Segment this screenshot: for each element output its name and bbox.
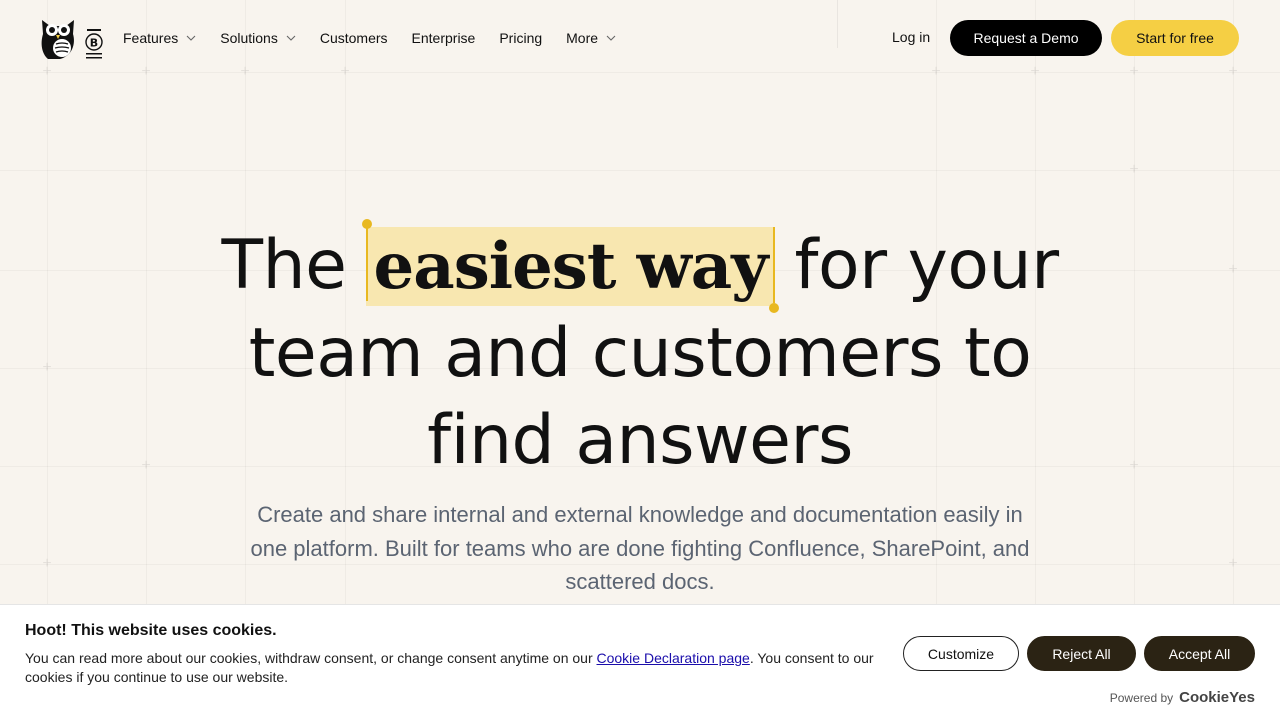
cookie-declaration-link[interactable]: Cookie Declaration page [597,650,750,666]
headline-line-1: The easiest way for your [0,219,1280,313]
chevron-down-icon [286,35,296,41]
headline-line-2: team and customers to [248,314,1032,393]
cookie-message: You can read more about our cookies, wit… [25,650,874,685]
request-demo-button[interactable]: Request a Demo [950,20,1102,56]
reject-all-button[interactable]: Reject All [1027,636,1136,671]
customize-button[interactable]: Customize [903,636,1019,671]
cookie-banner: Hoot! This website uses cookies. You can… [0,604,1280,720]
nav-enterprise[interactable]: Enterprise [412,28,476,48]
nav-pricing[interactable]: Pricing [499,28,542,48]
selection-cursor-start [365,225,368,301]
owl-logo-icon[interactable] [40,16,76,60]
nav-solutions[interactable]: Solutions [220,28,296,48]
main-nav: Features Solutions Customers Enterprise … [123,28,640,48]
nav-customers[interactable]: Customers [320,28,388,48]
headline-line-3: find answers [427,401,853,480]
header-divider [837,0,838,48]
selection-cursor-end [773,227,776,303]
svg-text:B: B [90,37,98,50]
cookie-title: Hoot! This website uses cookies. [25,622,277,639]
hero-subtitle: Create and share internal and external k… [250,502,1030,594]
hero-headline: The easiest way for your team and custom… [0,219,1280,484]
b-corp-icon: B [85,29,103,59]
nav-features[interactable]: Features [123,28,196,48]
login-link[interactable]: Log in [892,29,930,45]
hero-section: The easiest way for your team and custom… [0,219,1280,484]
accept-all-button[interactable]: Accept All [1144,636,1255,671]
powered-by: Powered by CookieYes [1109,689,1255,706]
highlighted-phrase: easiest way [361,219,780,313]
start-free-button[interactable]: Start for free [1111,20,1239,56]
chevron-down-icon [606,35,616,41]
nav-more[interactable]: More [566,28,616,48]
chevron-down-icon [186,35,196,41]
cookieyes-logo[interactable]: CookieYes [1179,689,1255,706]
selection-handle-start [361,219,372,229]
site-header: B Features Solutions Customers Enterpris… [0,0,1280,76]
